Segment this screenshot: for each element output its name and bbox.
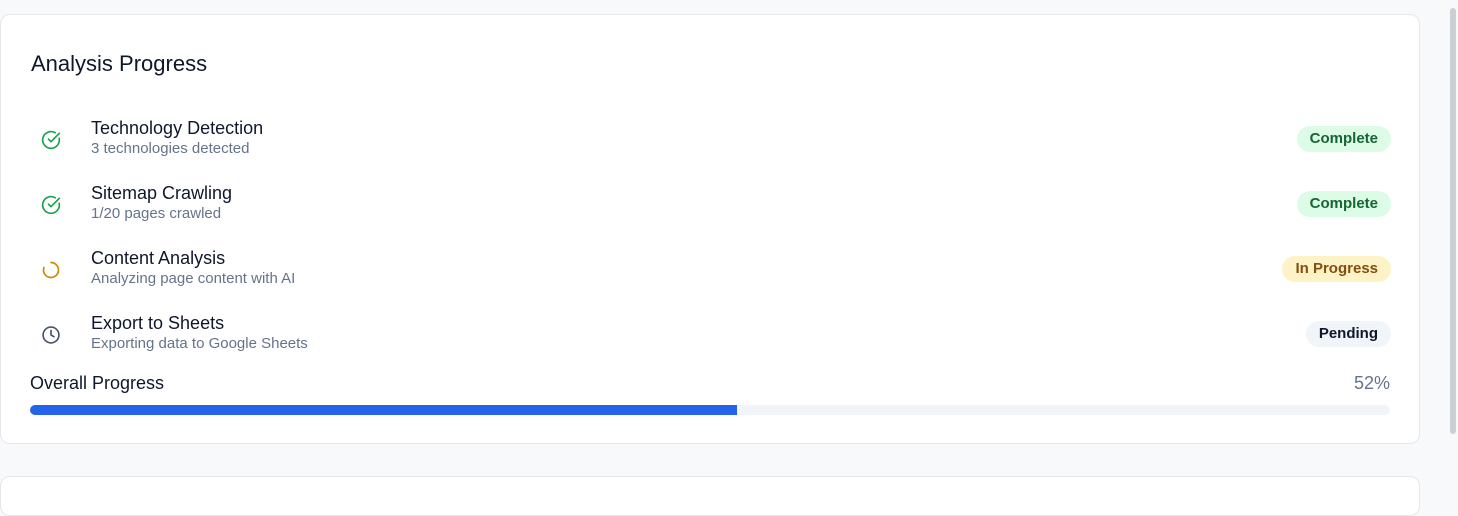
status-badge: Pending [1305,321,1391,347]
status-badge: Complete [1296,191,1391,217]
step-name: Export to Sheets [91,313,225,333]
progress-bar-fill [30,405,738,415]
step-content-analysis: Content Analysis Analyzing page content … [31,247,1391,297]
scrollbar[interactable] [1448,0,1458,484]
analysis-progress-card: Analysis Progress Technology Detection 3… [0,14,1420,444]
scrollbar-thumb[interactable] [1450,8,1456,434]
step-sitemap-crawling: Sitemap Crawling 1/20 pages crawled Comp… [31,182,1391,232]
overall-progress-bar [30,405,1390,415]
card-title: Analysis Progress [31,51,208,76]
step-export-to-sheets: Export to Sheets Exporting data to Googl… [31,312,1391,362]
status-badge: Complete [1296,126,1391,152]
step-description: 3 technologies detected [91,140,250,157]
step-name: Content Analysis [91,248,226,268]
spinner-icon [41,260,61,280]
step-description: Analyzing page content with AI [91,270,296,287]
overall-progress-label: Overall Progress [30,373,165,393]
step-name: Sitemap Crawling [91,183,233,203]
next-card [0,476,1420,516]
step-description: Exporting data to Google Sheets [91,335,308,352]
step-technology-detection: Technology Detection 3 technologies dete… [31,117,1391,167]
step-name: Technology Detection [91,118,264,138]
check-circle-icon [41,130,61,150]
step-description: 1/20 pages crawled [91,205,222,222]
clock-icon [41,325,61,345]
overall-progress-value: 52% [1353,373,1390,393]
check-circle-icon [41,195,61,215]
status-badge: In Progress [1282,256,1391,282]
